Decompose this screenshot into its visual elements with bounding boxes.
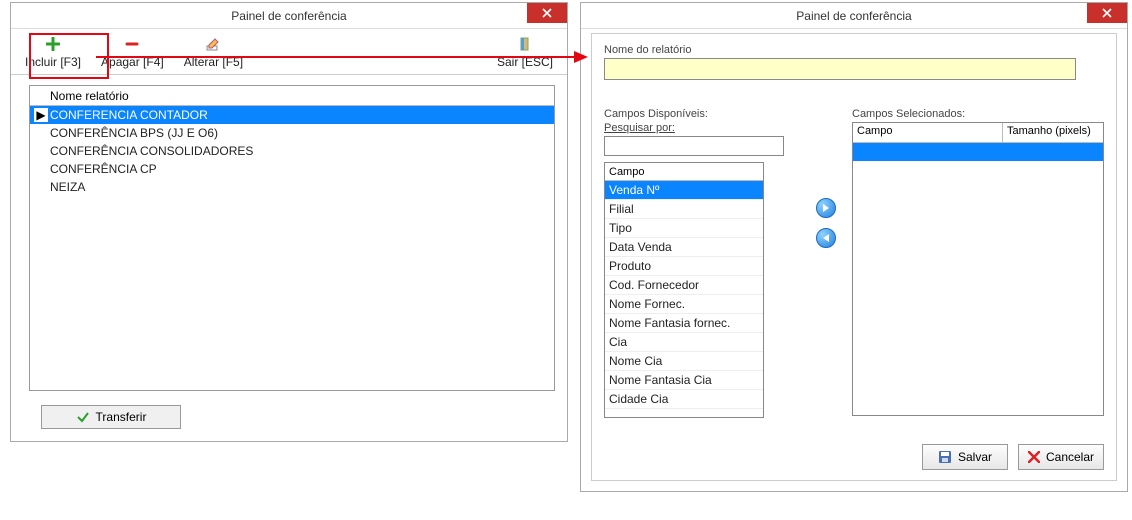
window-title: Painel de conferência [581, 9, 1127, 23]
available-item[interactable]: Tipo [605, 219, 763, 238]
selected-row[interactable] [853, 143, 1103, 161]
list-cell: NEIZA [48, 180, 85, 194]
available-header: Campo [605, 163, 763, 181]
close-icon [1102, 8, 1112, 18]
close-icon [542, 8, 552, 18]
available-listbox[interactable]: Campo Venda Nº Filial Tipo Data Venda Pr… [604, 162, 764, 418]
available-label: Campos Disponíveis: [604, 108, 800, 120]
available-item[interactable]: Filial [605, 200, 763, 219]
toolbar: Incluir [F3] Apagar [F4] Alterar [F5] Sa… [11, 29, 567, 75]
selected-column: Campos Selecionados: Campo Tamanho (pixe… [852, 108, 1104, 416]
apagar-button[interactable]: Apagar [F4] [91, 29, 174, 74]
available-item[interactable]: Nome Fantasia Cia [605, 371, 763, 390]
incluir-button[interactable]: Incluir [F3] [15, 29, 91, 74]
available-item[interactable]: Nome Fornec. [605, 295, 763, 314]
sair-label: Sair [ESC] [497, 55, 553, 69]
report-list: Nome relatório ▶CONFERENCIA CONTADOR CON… [29, 85, 555, 391]
available-item[interactable]: Cia [605, 333, 763, 352]
list-header: Nome relatório [30, 86, 554, 106]
selected-th-campo: Campo [853, 123, 1003, 142]
sair-button[interactable]: Sair [ESC] [487, 29, 563, 74]
selected-table[interactable]: Campo Tamanho (pixels) [852, 122, 1104, 416]
list-row[interactable]: CONFERÊNCIA CONSOLIDADORES [30, 142, 554, 160]
cancel-label: Cancelar [1046, 450, 1094, 464]
search-label: Pesquisar por: [604, 122, 800, 134]
selected-th-tamanho: Tamanho (pixels) [1003, 123, 1103, 142]
available-item[interactable]: Nome Fantasia fornec. [605, 314, 763, 333]
available-item[interactable]: Data Venda [605, 238, 763, 257]
selected-thead: Campo Tamanho (pixels) [853, 123, 1103, 143]
list-header-label: Nome relatório [50, 89, 129, 103]
save-button[interactable]: Salvar [922, 444, 1008, 470]
available-item[interactable]: Cidade Cia [605, 390, 763, 409]
list-cell: CONFERÊNCIA CONSOLIDADORES [48, 144, 253, 158]
transfer-buttons [812, 198, 840, 248]
search-input[interactable] [604, 136, 784, 156]
available-item[interactable]: Produto [605, 257, 763, 276]
titlebar: Painel de conferência [581, 3, 1127, 29]
alterar-button[interactable]: Alterar [F5] [174, 29, 253, 74]
plus-icon [46, 35, 60, 53]
list-row[interactable]: CONFERÊNCIA CP [30, 160, 554, 178]
panel-window: Painel de conferência Incluir [F3] Apaga… [10, 2, 568, 442]
door-icon [518, 35, 532, 53]
toolbar-spacer [253, 29, 487, 74]
list-cell: CONFERÊNCIA CP [48, 162, 157, 176]
transfer-label: Transferir [96, 410, 147, 424]
arrow-right-icon [821, 203, 831, 213]
selected-tbody [853, 143, 1103, 161]
list-row[interactable]: NEIZA [30, 178, 554, 196]
window-title: Painel de conferência [11, 9, 567, 23]
alterar-label: Alterar [F5] [184, 55, 243, 69]
move-right-button[interactable] [816, 198, 836, 218]
available-item[interactable]: Cod. Fornecedor [605, 276, 763, 295]
available-item[interactable]: Nome Cia [605, 352, 763, 371]
close-button[interactable] [527, 3, 567, 23]
save-label: Salvar [958, 450, 992, 464]
cancel-button[interactable]: Cancelar [1018, 444, 1104, 470]
check-icon [76, 410, 90, 424]
edit-content: Nome do relatório Campos Disponíveis: Pe… [591, 33, 1117, 481]
incluir-label: Incluir [F3] [25, 55, 81, 69]
edit-window: Painel de conferência Nome do relatório … [580, 2, 1128, 492]
report-name-input[interactable] [604, 58, 1076, 80]
arrow-left-icon [821, 233, 831, 243]
list-cell: CONFERÊNCIA BPS (JJ E O6) [48, 126, 218, 140]
save-icon [938, 450, 952, 464]
move-left-button[interactable] [816, 228, 836, 248]
list-body: ▶CONFERENCIA CONTADOR CONFERÊNCIA BPS (J… [30, 106, 554, 196]
dialog-buttons: Salvar Cancelar [922, 444, 1104, 470]
close-button[interactable] [1087, 3, 1127, 23]
report-name-label: Nome do relatório [604, 44, 1104, 56]
available-item[interactable]: Venda Nº [605, 181, 763, 200]
titlebar: Painel de conferência [11, 3, 567, 29]
columns-wrap: Campos Disponíveis: Pesquisar por: Campo… [604, 108, 1104, 418]
edit-icon [206, 35, 220, 53]
list-row[interactable]: ▶CONFERENCIA CONTADOR [30, 106, 554, 124]
available-column: Campos Disponíveis: Pesquisar por: Campo… [604, 108, 800, 418]
apagar-label: Apagar [F4] [101, 55, 164, 69]
list-row[interactable]: CONFERÊNCIA BPS (JJ E O6) [30, 124, 554, 142]
list-cell: CONFERENCIA CONTADOR [48, 108, 208, 122]
transfer-button[interactable]: Transferir [41, 405, 181, 429]
cancel-icon [1028, 451, 1040, 463]
minus-icon [125, 35, 139, 53]
selected-label: Campos Selecionados: [852, 108, 1104, 120]
